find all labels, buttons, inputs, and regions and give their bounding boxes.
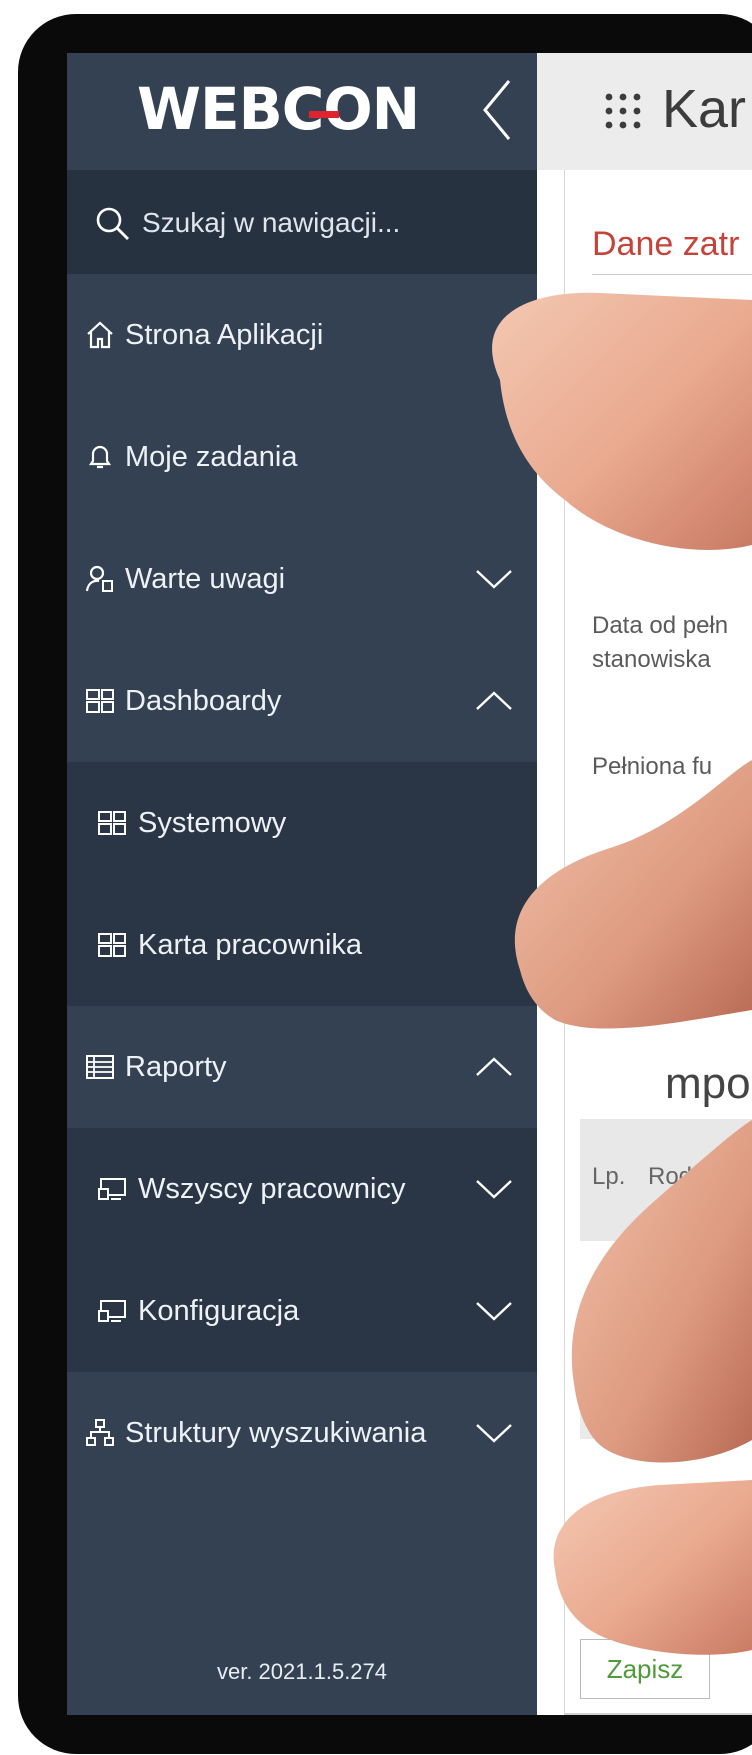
main-content: Kar Dane zatr Data od pełn stanowiska Pe… bbox=[537, 53, 752, 1715]
bell-icon bbox=[88, 445, 112, 469]
field-label-data-od: Data od pełn stanowiska bbox=[592, 609, 728, 677]
webcon-logo: WEBCON bbox=[137, 75, 420, 143]
sidebar-item-label: Konfiguracja bbox=[138, 1294, 300, 1327]
content-border bbox=[564, 170, 565, 1715]
section-divider bbox=[592, 274, 752, 275]
chevron-up-icon bbox=[476, 691, 512, 710]
table-header: Lp. Rodza bbox=[580, 1119, 752, 1241]
page-title: Kar bbox=[662, 79, 747, 139]
field-label-pelniona-funkcja: Pełniona fu bbox=[592, 753, 713, 780]
apps-grid-icon[interactable] bbox=[603, 91, 643, 131]
chevron-left-icon bbox=[483, 80, 511, 140]
field-label-line: stanowiska bbox=[592, 646, 711, 673]
logo-text: WEBCON bbox=[137, 75, 420, 143]
sidebar-item-label: Systemowy bbox=[138, 806, 287, 839]
sidebar-item-label: Struktury wyszukiwania bbox=[125, 1416, 427, 1449]
hierarchy-icon bbox=[86, 1419, 114, 1446]
report-list-icon bbox=[86, 1055, 114, 1079]
table-row[interactable]: 1 bbox=[580, 1241, 752, 1339]
chevron-up-icon bbox=[476, 1057, 512, 1076]
dashboard-icon bbox=[98, 811, 126, 835]
subsection-heading: mpo bbox=[665, 1059, 751, 1108]
sidebar-item-label: Karta pracownika bbox=[138, 928, 363, 961]
sidebar-item-konfiguracja[interactable]: Konfiguracja bbox=[67, 1250, 537, 1372]
field-label-partial: T bbox=[592, 872, 607, 899]
dashboard-icon bbox=[98, 933, 126, 957]
sidebar-item-label: Warte uwagi bbox=[125, 562, 286, 595]
sidebar-item-label: Strona Aplikacji bbox=[125, 318, 324, 351]
sidebar-item-label: Moje zadania bbox=[125, 440, 298, 473]
chevron-down-icon bbox=[476, 570, 512, 589]
sidebar-item-systemowy[interactable]: Systemowy bbox=[67, 762, 537, 884]
home-icon bbox=[87, 321, 113, 349]
table-row[interactable] bbox=[580, 1339, 752, 1439]
sidebar-item-karta-pracownika[interactable]: Karta pracownika bbox=[67, 884, 537, 1006]
sidebar-item-dashboardy[interactable]: Dashboardy bbox=[67, 640, 537, 762]
sidebar-item-label: Wszyscy pracownicy bbox=[138, 1172, 406, 1205]
sidebar-item-label: Dashboardy bbox=[125, 684, 282, 717]
table-cell: 1 bbox=[592, 1275, 607, 1305]
sidebar-item-moje-zadania[interactable]: Moje zadania bbox=[67, 396, 537, 518]
sidebar-item-strona-aplikacji[interactable]: Strona Aplikacji bbox=[67, 274, 537, 396]
column-header[interactable]: Lp. bbox=[592, 1163, 625, 1191]
search-icon bbox=[96, 207, 129, 240]
collapse-sidebar-button[interactable] bbox=[475, 75, 519, 145]
app-screen: WEBCON Strona Aplikacji bbox=[67, 53, 752, 1715]
navigation-search bbox=[67, 170, 537, 274]
dashboard-icon bbox=[86, 689, 114, 713]
monitor-icon bbox=[98, 1178, 126, 1200]
top-bar: Kar bbox=[537, 53, 752, 170]
user-badge-icon bbox=[85, 565, 113, 592]
chevron-down-icon bbox=[476, 1424, 512, 1443]
sidebar-item-struktury-wyszukiwania[interactable]: Struktury wyszukiwania bbox=[67, 1372, 537, 1494]
logo-accent bbox=[309, 111, 339, 118]
save-button[interactable]: Zapisz bbox=[580, 1639, 710, 1699]
sidebar-item-raporty[interactable]: Raporty bbox=[67, 1006, 537, 1128]
section-title: Dane zatr bbox=[592, 225, 740, 263]
sidebar-item-label: Raporty bbox=[125, 1050, 227, 1083]
monitor-icon bbox=[98, 1300, 126, 1322]
field-label-line: Data od pełn bbox=[592, 612, 729, 639]
sidebar-item-wszyscy-pracownicy[interactable]: Wszyscy pracownicy bbox=[67, 1128, 537, 1250]
logo-row: WEBCON bbox=[67, 53, 537, 170]
version-label: ver. 2021.1.5.274 bbox=[216, 1659, 388, 1684]
sidebar-item-warte-uwagi[interactable]: Warte uwagi bbox=[67, 518, 537, 640]
chevron-down-icon bbox=[476, 1180, 512, 1199]
navigation-sidebar: WEBCON Strona Aplikacji bbox=[67, 53, 537, 1715]
search-input[interactable] bbox=[140, 200, 514, 246]
column-header[interactable]: Rodza bbox=[648, 1163, 717, 1191]
content-bottom-border bbox=[564, 1713, 752, 1715]
chevron-down-icon bbox=[476, 1302, 512, 1321]
